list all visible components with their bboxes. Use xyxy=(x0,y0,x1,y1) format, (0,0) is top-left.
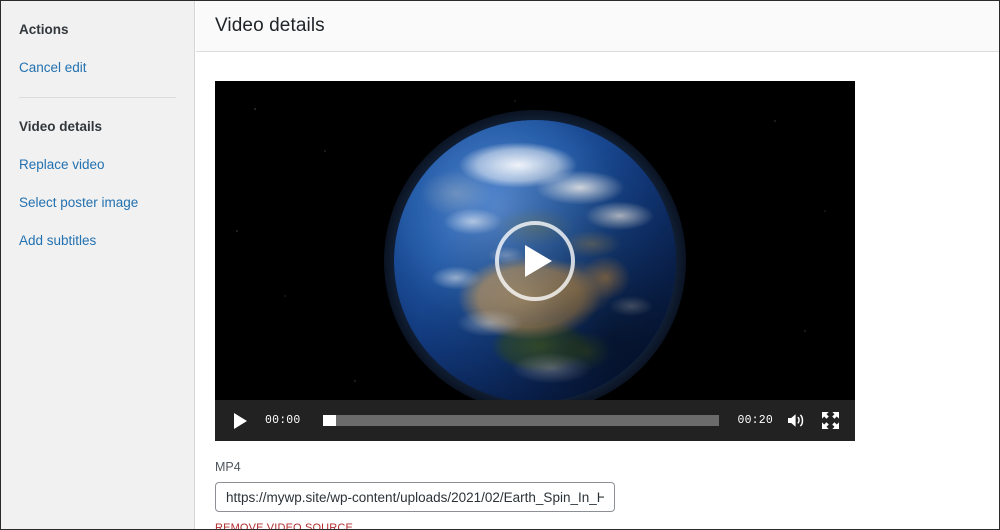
fullscreen-icon[interactable] xyxy=(817,408,843,434)
current-time-label: 00:00 xyxy=(265,414,301,427)
sidebar-divider xyxy=(19,97,176,98)
sidebar-heading-video-details: Video details xyxy=(19,119,103,134)
remove-video-source-link[interactable]: REMOVE VIDEO SOURCE xyxy=(215,522,353,529)
sidebar-link-select-poster-image[interactable]: Select poster image xyxy=(19,195,138,211)
main-header: Video details xyxy=(196,1,999,52)
sidebar-link-add-subtitles[interactable]: Add subtitles xyxy=(19,233,138,249)
main-body: 00:00 00:20 MP4 https://mywp.site/wp-con… xyxy=(196,52,999,529)
play-overlay-icon[interactable] xyxy=(495,221,575,301)
play-triangle-glyph xyxy=(233,412,247,429)
source-field-label: MP4 xyxy=(215,460,241,474)
main-panel: Video details 00:00 00:20 MP4 https://my… xyxy=(196,1,999,529)
sidebar-heading-actions: Actions xyxy=(19,22,69,37)
duration-label: 00:20 xyxy=(737,414,773,427)
sidebar: Actions Cancel edit Video details Replac… xyxy=(1,1,195,529)
video-source-url-input[interactable] xyxy=(215,482,615,512)
play-triangle-icon xyxy=(525,245,552,277)
progress-handle[interactable] xyxy=(322,415,336,426)
sidebar-group-video-details: Video details Replace video Select poste… xyxy=(19,119,138,249)
video-player[interactable]: 00:00 00:20 xyxy=(215,81,855,441)
volume-icon[interactable] xyxy=(783,408,809,434)
play-icon[interactable] xyxy=(227,408,253,434)
video-details-page: Actions Cancel edit Video details Replac… xyxy=(0,0,1000,530)
sidebar-link-cancel-edit[interactable]: Cancel edit xyxy=(19,60,176,76)
sidebar-link-replace-video[interactable]: Replace video xyxy=(19,157,138,173)
player-controls: 00:00 00:20 xyxy=(215,400,855,441)
page-title: Video details xyxy=(215,15,325,36)
progress-bar[interactable] xyxy=(322,415,720,426)
